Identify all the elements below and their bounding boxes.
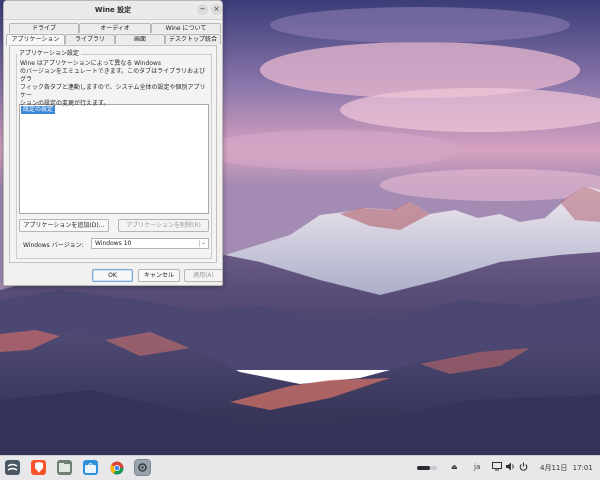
clock[interactable]: 4月11日 17:01 bbox=[540, 463, 593, 473]
tab-desktop-integration[interactable]: デスクトップ統合 bbox=[165, 34, 221, 44]
application-list[interactable]: 既定の設定 bbox=[19, 104, 209, 214]
brave-browser-icon[interactable] bbox=[31, 460, 46, 475]
tab-audio[interactable]: オーディオ bbox=[79, 23, 151, 33]
windows-version-select[interactable]: Windows 10 ⌄ bbox=[91, 238, 209, 249]
remove-application-button[interactable]: アプリケーションを削除(R) bbox=[118, 219, 209, 232]
display-icon[interactable] bbox=[492, 462, 502, 473]
system-menu-icon[interactable] bbox=[5, 460, 20, 475]
volume-level-bar[interactable] bbox=[417, 466, 437, 470]
taskbar: ⏏ ja 4月11日 17:01 bbox=[0, 455, 600, 480]
tab-bar: ドライブ オーディオ Wine について アプリケーション ライブラリ 画面 デ… bbox=[4, 20, 222, 46]
store-icon[interactable] bbox=[83, 460, 98, 475]
tab-about[interactable]: Wine について bbox=[151, 23, 221, 33]
speaker-icon[interactable] bbox=[506, 462, 515, 473]
description-line: フィック各タブと連動しますので、システム全体の設定や個別アプリケー bbox=[20, 84, 206, 99]
tab-drives[interactable]: ドライブ bbox=[9, 23, 79, 33]
close-button[interactable]: × bbox=[211, 4, 222, 15]
windows-version-label: Windows バージョン: bbox=[23, 242, 84, 249]
power-icon[interactable] bbox=[519, 462, 528, 473]
cancel-button[interactable]: キャンセル bbox=[138, 269, 180, 282]
minimize-icon: − bbox=[199, 5, 206, 13]
clock-time: 17:01 bbox=[572, 464, 593, 472]
file-manager-icon[interactable] bbox=[57, 460, 72, 475]
description-line: のバージョンをエミュレートできます。このタブはライブラリおよびグラ bbox=[20, 68, 206, 83]
wine-settings-icon[interactable] bbox=[134, 459, 151, 476]
clock-date: 4月11日 bbox=[540, 464, 568, 472]
window-titlebar[interactable]: Wine 設定 − × bbox=[4, 1, 222, 20]
apply-button[interactable]: 適用(A) bbox=[184, 269, 223, 282]
language-indicator[interactable]: ja bbox=[474, 463, 480, 471]
description-line: ションの設定の変更が行えます。 bbox=[20, 100, 110, 107]
eject-icon[interactable]: ⏏ bbox=[451, 463, 458, 471]
description-text: Wine はアプリケーションによって異なる Windows のバージョンをエミュ… bbox=[20, 60, 210, 108]
window-title: Wine 設定 bbox=[94, 6, 132, 14]
tab-libraries[interactable]: ライブラリ bbox=[65, 34, 115, 44]
ok-button[interactable]: OK bbox=[92, 269, 133, 282]
volume-level-fill bbox=[417, 466, 430, 470]
close-icon: × bbox=[213, 5, 220, 13]
windows-version-value: Windows 10 bbox=[95, 240, 132, 247]
wine-config-window: Wine 設定 − × ドライブ オーディオ Wine について アプリケーショ… bbox=[3, 0, 223, 286]
description-line: Wine はアプリケーションによって異なる Windows bbox=[20, 60, 161, 67]
group-label: アプリケーション設定 bbox=[17, 48, 81, 57]
chrome-icon[interactable] bbox=[109, 460, 124, 475]
add-application-button[interactable]: アプリケーションを追加(D)... bbox=[19, 219, 109, 232]
minimize-button[interactable]: − bbox=[197, 4, 208, 15]
chevron-down-icon: ⌄ bbox=[199, 240, 207, 247]
tab-graphics[interactable]: 画面 bbox=[115, 34, 165, 44]
